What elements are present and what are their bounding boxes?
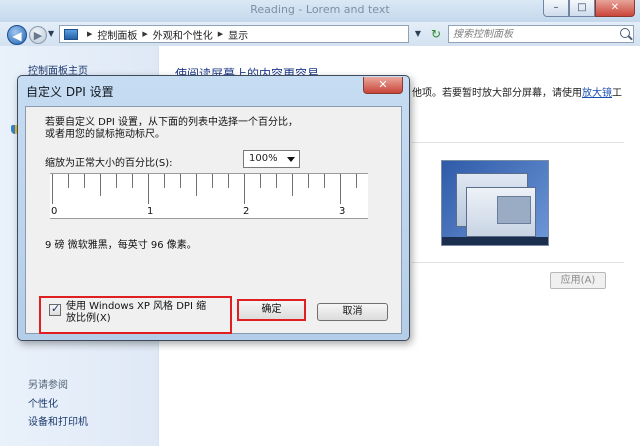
ruler-tick — [52, 174, 53, 204]
maximize-button[interactable]: □ — [569, 0, 595, 17]
ruler-tick — [132, 174, 133, 188]
description-tail: 工 — [612, 88, 622, 99]
ruler-tick — [116, 174, 117, 188]
breadcrumb-display[interactable]: 显示 — [228, 27, 248, 42]
divider — [412, 262, 624, 263]
ruler-tick — [228, 174, 229, 188]
scale-percent-select[interactable]: 100% — [243, 150, 300, 168]
ruler-tick — [84, 174, 85, 188]
address-history-dropdown[interactable]: ▼ — [411, 25, 425, 43]
instruction-line: 若要自定义 DPI 设置，从下面的列表中选择一个百分比， — [45, 117, 299, 128]
chevron-right-icon[interactable]: ▶ — [142, 30, 147, 38]
ruler-tick — [164, 174, 165, 188]
xp-label-line: 放比例(X) — [66, 313, 111, 324]
dialog-title: 自定义 DPI 设置 — [26, 85, 114, 99]
cancel-button[interactable]: 取消 — [317, 303, 388, 321]
breadcrumb[interactable]: ▶ 控制面板 ▶ 外观和个性化 ▶ 显示 — [59, 25, 409, 43]
apply-button[interactable]: 应用(A) — [550, 272, 606, 289]
xp-label-line: 使用 Windows XP 风格 DPI 缩 — [66, 301, 207, 312]
divider — [412, 142, 624, 143]
ruler-tick — [324, 174, 325, 188]
ruler-tick — [212, 174, 213, 188]
font-size-info: 9 磅 微软雅黑，每英寸 96 像素。 — [45, 240, 197, 251]
scale-percent-value: 100% — [249, 153, 278, 164]
search-input[interactable] — [453, 27, 603, 41]
dpi-ruler[interactable]: 0 1 2 3 — [50, 173, 368, 219]
ruler-tick — [100, 174, 101, 196]
ruler-tick — [244, 174, 245, 204]
custom-dpi-dialog: 自定义 DPI 设置 ✕ 若要自定义 DPI 设置，从下面的列表中选择一个百分比… — [17, 75, 410, 341]
dialog-instructions: 若要自定义 DPI 设置，从下面的列表中选择一个百分比， 或者用您的鼠标拖动标尺… — [45, 117, 375, 141]
ruler-label: 3 — [339, 206, 346, 217]
preview-window-front — [466, 187, 536, 237]
ok-button[interactable]: 确定 — [237, 299, 306, 321]
ruler-tick — [276, 174, 277, 188]
xp-scaling-option: 使用 Windows XP 风格 DPI 缩 放比例(X) — [39, 296, 232, 334]
personalization-link[interactable]: 个性化 — [28, 395, 58, 410]
chevron-right-icon[interactable]: ▶ — [218, 30, 223, 38]
ruler-tick — [340, 174, 341, 204]
devices-printers-link[interactable]: 设备和打印机 — [28, 413, 88, 428]
back-button[interactable]: ◀ — [7, 25, 27, 45]
search-box[interactable] — [448, 25, 634, 43]
ruler-tick — [260, 174, 261, 188]
recent-pages-dropdown[interactable]: ▼ — [48, 29, 54, 38]
ruler-tick — [356, 174, 357, 188]
control-panel-icon — [64, 28, 78, 40]
ruler-tick — [292, 174, 293, 196]
ruler-tick — [196, 174, 197, 196]
minimize-button[interactable]: – — [543, 0, 569, 17]
instruction-line: 或者用您的鼠标拖动标尺。 — [45, 129, 165, 140]
xp-scaling-checkbox[interactable] — [49, 302, 61, 316]
ruler-tick — [68, 174, 69, 188]
close-window-button[interactable]: ✕ — [595, 0, 635, 17]
refresh-button[interactable]: ↻ — [427, 25, 445, 43]
display-preview-image — [441, 160, 549, 246]
ruler-tick — [180, 174, 181, 188]
search-icon[interactable] — [620, 28, 630, 38]
chevron-right-icon[interactable]: ▶ — [87, 30, 92, 38]
forward-button[interactable]: ▶ — [29, 26, 47, 44]
caption-buttons: – □ ✕ — [543, 0, 635, 18]
page-description: 他项。若要暂时放大部分屏幕，请使用放大镜工 — [412, 84, 622, 99]
ruler-label: 0 — [51, 206, 58, 217]
preview-content — [497, 196, 531, 224]
breadcrumb-appearance[interactable]: 外观和个性化 — [153, 27, 213, 42]
chevron-down-icon[interactable] — [287, 157, 295, 162]
preview-taskbar — [442, 237, 548, 245]
ruler-tick — [148, 174, 149, 204]
xp-scaling-label[interactable]: 使用 Windows XP 风格 DPI 缩 放比例(X) — [66, 301, 228, 325]
ruler-label: 2 — [243, 206, 250, 217]
see-also-heading: 另请参阅 — [28, 380, 68, 391]
description-text: 他项。若要暂时放大部分屏幕，请使用 — [412, 88, 582, 99]
scale-label: 缩放为正常大小的百分比(S): — [45, 158, 173, 169]
magnifier-link[interactable]: 放大镜 — [582, 88, 612, 99]
dialog-body: 若要自定义 DPI 设置，从下面的列表中选择一个百分比， 或者用您的鼠标拖动标尺… — [25, 106, 402, 334]
ruler-label: 1 — [147, 206, 154, 217]
ruler-tick — [308, 174, 309, 188]
dialog-close-button[interactable]: ✕ — [363, 77, 403, 94]
breadcrumb-control-panel[interactable]: 控制面板 — [97, 27, 137, 42]
